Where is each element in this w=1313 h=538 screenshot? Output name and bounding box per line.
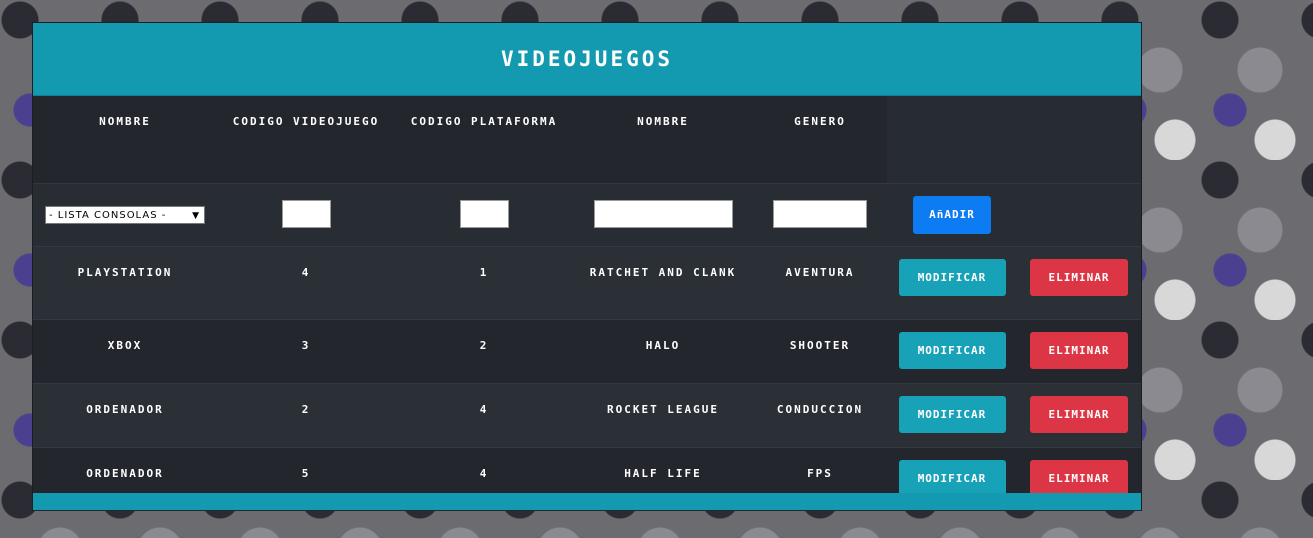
delete-button[interactable]: ELIMINAR <box>1030 332 1128 369</box>
cell-plataforma: PLAYSTATION <box>33 246 217 320</box>
modify-button[interactable]: MODIFICAR <box>898 396 1006 433</box>
cell-delete: ELIMINAR <box>1017 246 1141 320</box>
cell-modify: MODIFICAR <box>887 383 1017 448</box>
cell-plataforma: XBOX <box>33 319 217 384</box>
cell-delete: ELIMINAR <box>1017 319 1141 384</box>
cell-cod-videojuego: 4 <box>217 246 395 320</box>
header-actions-blank <box>887 96 1141 184</box>
cell-genero: AVENTURA <box>753 246 887 320</box>
cell-nombre: HALO <box>573 319 753 384</box>
genre-cell <box>753 183 887 247</box>
header-codigo-plataforma: CODIGO PLATAFORMA <box>395 96 573 184</box>
videogames-table: NOMBRE CODIGO VIDEOJUEGO CODIGO PLATAFOR… <box>33 96 1141 511</box>
game-name-input[interactable] <box>593 199 733 228</box>
delete-button[interactable]: ELIMINAR <box>1030 259 1128 296</box>
console-cell: - LISTA CONSOLAS - ▼ <box>33 183 217 247</box>
cell-nombre: RATCHET AND CLANK <box>573 246 753 320</box>
table-header-row: NOMBRE CODIGO VIDEOJUEGO CODIGO PLATAFOR… <box>33 96 1141 184</box>
modify-button[interactable]: MODIFICAR <box>898 259 1006 296</box>
add-form-row: - LISTA CONSOLAS - ▼ AñADIR <box>33 183 1141 247</box>
header-codigo-videojuego: CODIGO VIDEOJUEGO <box>217 96 395 184</box>
table-row: PLAYSTATION 4 1 RATCHET AND CLANK AVENTU… <box>33 246 1141 320</box>
game-name-cell <box>573 183 753 247</box>
console-select[interactable]: - LISTA CONSOLAS - ▼ <box>45 206 205 224</box>
table-row: ORDENADOR 2 4 ROCKET LEAGUE CONDUCCION M… <box>33 383 1141 448</box>
footer-bar <box>33 493 1141 510</box>
delete-button[interactable]: ELIMINAR <box>1030 396 1128 433</box>
header-nombre: NOMBRE <box>33 96 217 184</box>
cell-modify: MODIFICAR <box>887 246 1017 320</box>
game-code-cell <box>217 183 395 247</box>
delete-button[interactable]: ELIMINAR <box>1030 460 1128 497</box>
cell-genero: CONDUCCION <box>753 383 887 448</box>
platform-code-input[interactable] <box>459 199 509 228</box>
console-select-value: - LISTA CONSOLAS - <box>49 210 167 221</box>
title-bar: VIDEOJUEGOS <box>33 23 1141 96</box>
cell-plataforma: ORDENADOR <box>33 383 217 448</box>
form-blank-cell <box>1017 183 1141 247</box>
add-button[interactable]: AñADIR <box>913 196 991 234</box>
cell-cod-videojuego: 2 <box>217 383 395 448</box>
platform-code-cell <box>395 183 573 247</box>
game-code-input[interactable] <box>281 199 331 228</box>
header-genero: GENERO <box>753 96 887 184</box>
cell-cod-plataforma: 2 <box>395 319 573 384</box>
cell-cod-videojuego: 3 <box>217 319 395 384</box>
cell-genero: SHOOTER <box>753 319 887 384</box>
modify-button[interactable]: MODIFICAR <box>898 460 1006 497</box>
table-row: XBOX 3 2 HALO SHOOTER MODIFICAR ELIMINAR <box>33 319 1141 384</box>
header-nombre-juego: NOMBRE <box>573 96 753 184</box>
chevron-down-icon: ▼ <box>192 211 200 221</box>
videogames-panel: VIDEOJUEGOS NOMBRE CODIGO VIDEOJUEGO COD… <box>33 23 1141 511</box>
add-cell: AñADIR <box>887 183 1017 247</box>
cell-delete: ELIMINAR <box>1017 383 1141 448</box>
cell-nombre: ROCKET LEAGUE <box>573 383 753 448</box>
page-title: VIDEOJUEGOS <box>500 47 674 71</box>
genre-input[interactable] <box>773 199 867 228</box>
cell-modify: MODIFICAR <box>887 319 1017 384</box>
cell-cod-plataforma: 1 <box>395 246 573 320</box>
modify-button[interactable]: MODIFICAR <box>898 332 1006 369</box>
cell-cod-plataforma: 4 <box>395 383 573 448</box>
